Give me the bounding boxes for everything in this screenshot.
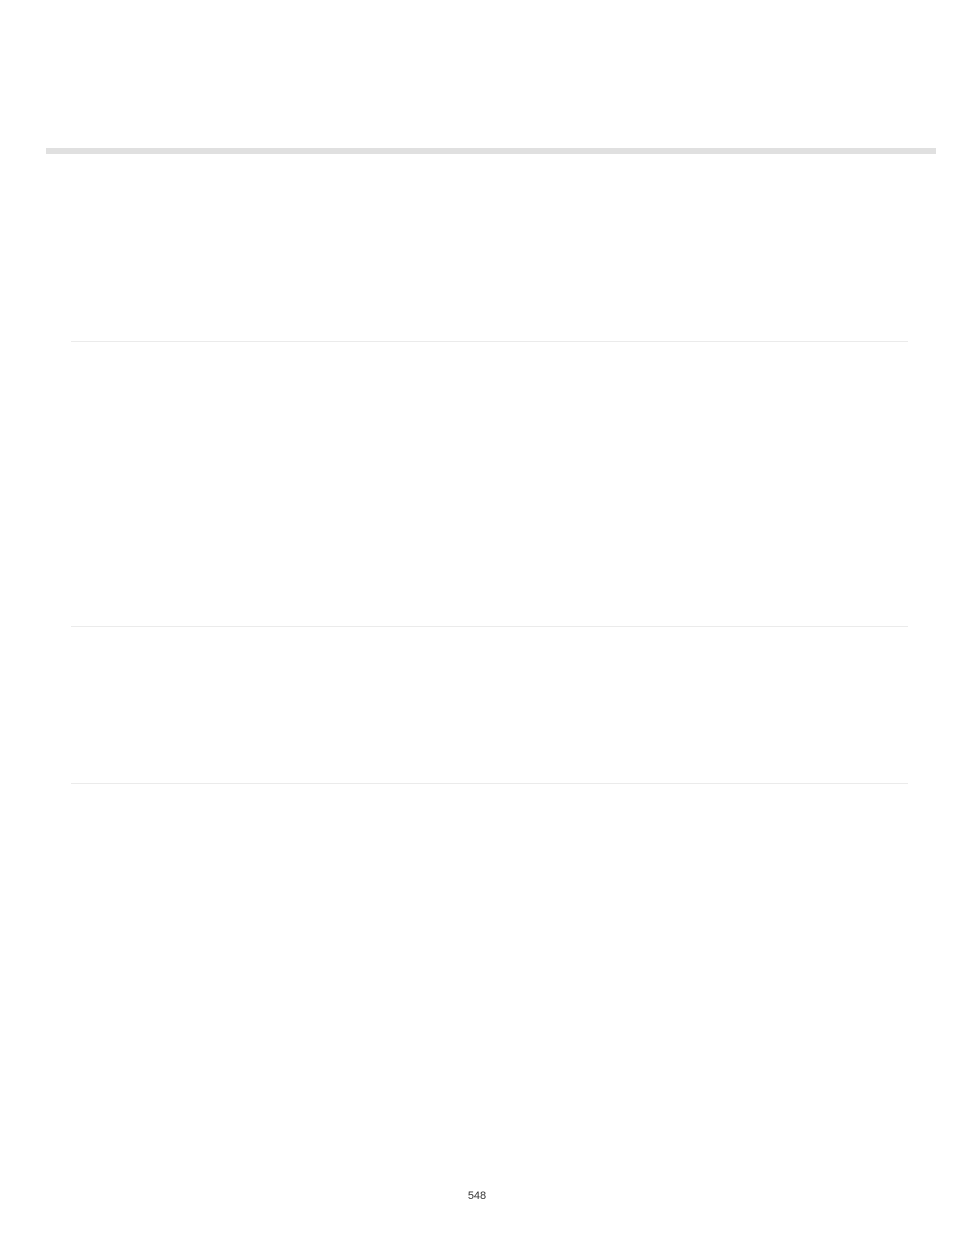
horizontal-rule-2	[71, 626, 908, 627]
horizontal-rule-3	[71, 783, 908, 784]
page-number: 548	[0, 1190, 954, 1202]
top-horizontal-bar	[46, 148, 936, 154]
horizontal-rule-1	[71, 341, 908, 342]
